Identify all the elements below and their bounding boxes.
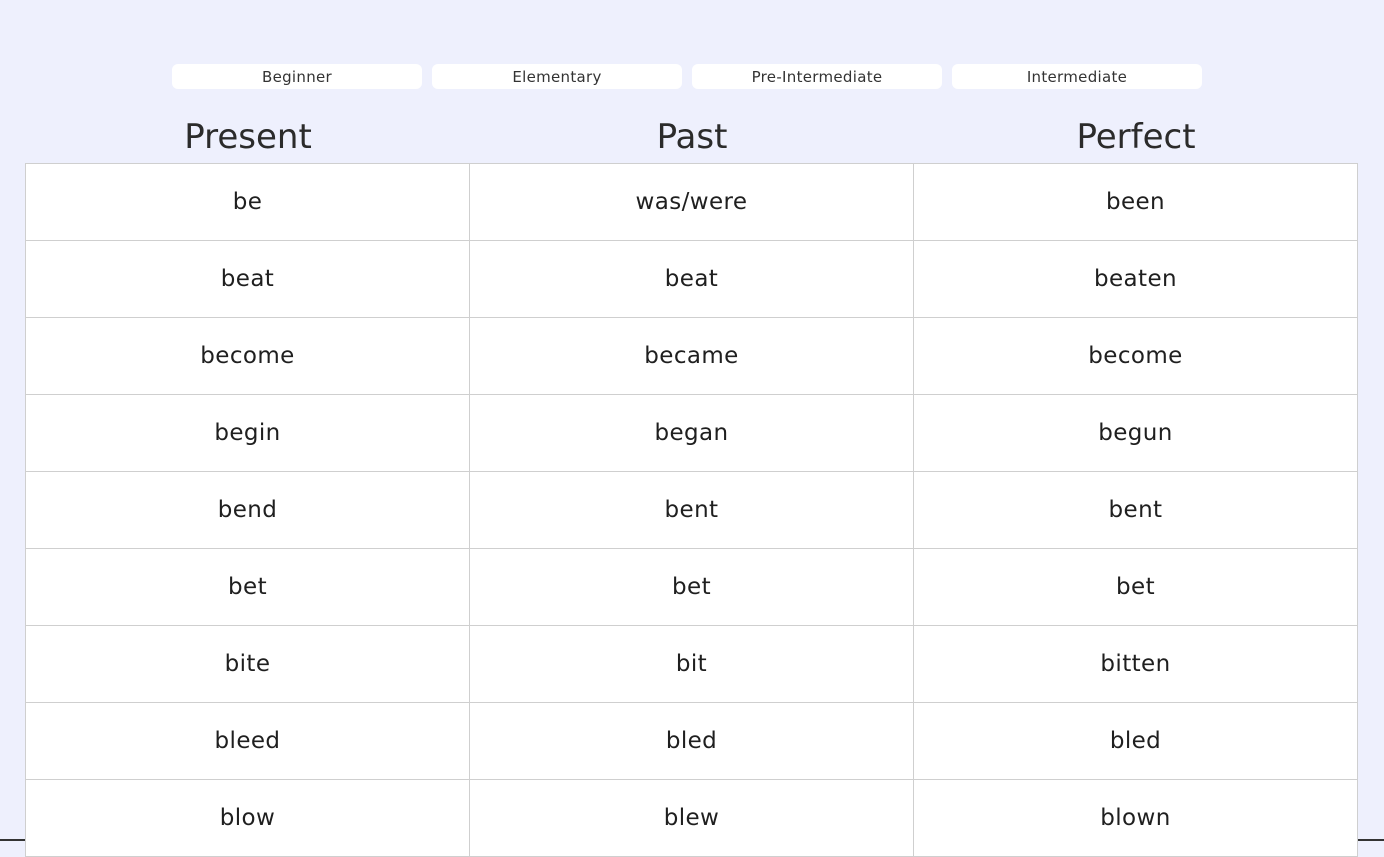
cell-perfect: bent: [913, 471, 1358, 549]
cell-perfect: bled: [913, 702, 1358, 780]
table-row: blow blew blown: [25, 779, 1358, 857]
verb-table-container: be was/were been beat beat beaten become…: [25, 163, 1358, 857]
level-button-elementary[interactable]: Elementary: [432, 64, 682, 89]
table-row: bleed bled bled: [25, 702, 1358, 780]
table-row: begin began begun: [25, 394, 1358, 472]
table-row: be was/were been: [25, 163, 1358, 241]
cell-perfect: been: [913, 163, 1358, 241]
column-header-past: Past: [656, 117, 728, 157]
column-header-perfect: Perfect: [1076, 117, 1196, 157]
table-row: bet bet bet: [25, 548, 1358, 626]
cell-perfect: bitten: [913, 625, 1358, 703]
cell-past: bled: [469, 702, 914, 780]
level-button-beginner[interactable]: Beginner: [172, 64, 422, 89]
level-selector: Beginner Elementary Pre-Intermediate Int…: [172, 64, 1202, 89]
cell-present: bleed: [25, 702, 470, 780]
cell-past: bit: [469, 625, 914, 703]
column-header-present: Present: [184, 117, 312, 157]
cell-present: bend: [25, 471, 470, 549]
cell-present: begin: [25, 394, 470, 472]
cell-perfect: become: [913, 317, 1358, 395]
cell-past: beat: [469, 240, 914, 318]
cell-past: blew: [469, 779, 914, 857]
cell-perfect: blown: [913, 779, 1358, 857]
irregular-verbs-table: be was/were been beat beat beaten become…: [25, 163, 1358, 857]
cell-past: bet: [469, 548, 914, 626]
cell-present: bet: [25, 548, 470, 626]
level-button-pre-intermediate[interactable]: Pre-Intermediate: [692, 64, 942, 89]
table-header: Present Past Perfect: [26, 110, 1358, 164]
cell-past: began: [469, 394, 914, 472]
cell-past: was/were: [469, 163, 914, 241]
cell-present: beat: [25, 240, 470, 318]
level-button-intermediate[interactable]: Intermediate: [952, 64, 1202, 89]
table-row: bite bit bitten: [25, 625, 1358, 703]
cell-present: be: [25, 163, 470, 241]
cell-perfect: beaten: [913, 240, 1358, 318]
table-row: beat beat beaten: [25, 240, 1358, 318]
table-row: become became become: [25, 317, 1358, 395]
cell-perfect: begun: [913, 394, 1358, 472]
cell-present: become: [25, 317, 470, 395]
cell-past: became: [469, 317, 914, 395]
cell-present: blow: [25, 779, 470, 857]
table-row: bend bent bent: [25, 471, 1358, 549]
cell-past: bent: [469, 471, 914, 549]
cell-perfect: bet: [913, 548, 1358, 626]
cell-present: bite: [25, 625, 470, 703]
